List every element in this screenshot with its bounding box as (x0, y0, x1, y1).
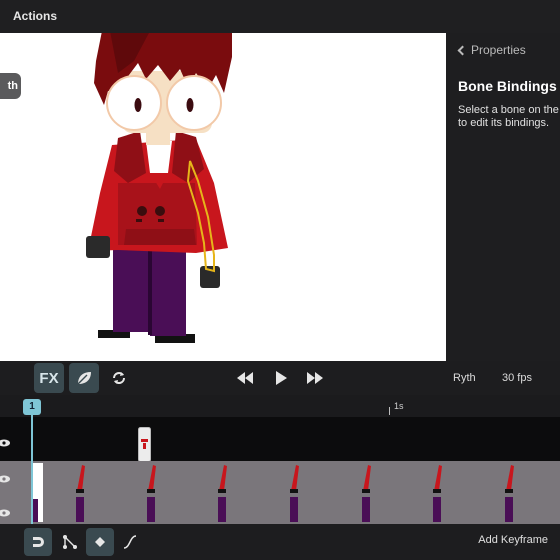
checker-frame (32, 463, 43, 495)
sleeve-frame (434, 465, 442, 491)
timeline-ruler[interactable]: 1s (0, 395, 560, 417)
keyframe-thumbnail[interactable] (138, 427, 151, 463)
sleeve-frame (291, 465, 299, 491)
pants-frame (362, 497, 370, 522)
properties-back-button[interactable]: Properties (456, 43, 526, 57)
left-hand (86, 236, 110, 258)
magnet-icon (33, 537, 44, 547)
playhead[interactable]: 1 (23, 399, 41, 415)
shirt (146, 141, 172, 173)
right-eye (166, 75, 222, 131)
hand-frame (290, 489, 298, 493)
pants-frame (147, 497, 155, 522)
fx-button[interactable]: FX (34, 363, 64, 393)
rewind-button[interactable] (230, 363, 260, 393)
loop-icon (113, 372, 125, 384)
transport-bar: FX Ryth 30 fps (0, 361, 560, 395)
hand-frame (76, 489, 84, 493)
pants-frame (433, 497, 441, 522)
track-b-frames (32, 463, 514, 495)
diamond-icon (95, 537, 105, 547)
second-tick (389, 407, 390, 415)
playhead-line[interactable] (31, 408, 33, 524)
hand-frame (433, 489, 441, 493)
pants-frame (290, 497, 298, 522)
actions-menu[interactable]: Actions (13, 9, 57, 23)
pants-frame (218, 497, 226, 522)
sleeve-frame (363, 465, 371, 491)
easing-button[interactable] (116, 528, 144, 556)
left-eye (106, 75, 162, 131)
fps-setting[interactable]: 30 fps (502, 372, 532, 384)
play-icon (276, 371, 287, 385)
bone-node-icon (63, 535, 77, 549)
back-label: Properties (471, 43, 526, 57)
sleeve-frame (148, 465, 156, 491)
second-marker: 1s (394, 401, 404, 411)
pants-frame (505, 497, 513, 522)
sleeve-frame (506, 465, 514, 491)
layer-pill[interactable]: th (0, 73, 21, 99)
fx-label: FX (39, 369, 59, 387)
onion-skin-button[interactable] (69, 363, 99, 393)
timeline-track[interactable] (0, 495, 560, 524)
keyframe-button[interactable] (86, 528, 114, 556)
top-bar: Actions (0, 0, 560, 33)
character-rig[interactable] (0, 33, 446, 361)
sleeve-frame (77, 465, 85, 491)
bottom-toolbar: Add Keyframe (0, 524, 560, 560)
sleeve-frame (219, 465, 227, 491)
add-keyframe-button[interactable]: Add Keyframe (478, 534, 548, 546)
bone-tool-button[interactable] (56, 528, 84, 556)
hand-frame (218, 489, 226, 493)
panel-description: Select a bone on the canvas to edit its … (458, 104, 560, 129)
magnet-button[interactable] (24, 528, 52, 556)
easing-curve-icon (123, 535, 137, 549)
hand-frame (505, 489, 513, 493)
chevron-left-icon (457, 45, 468, 55)
pants-frame (33, 499, 38, 522)
timeline-track[interactable] (0, 417, 560, 463)
hand-frame (362, 489, 370, 493)
pants-frame (76, 497, 84, 522)
timeline-track[interactable] (0, 461, 560, 495)
animation-canvas[interactable]: th (0, 33, 446, 361)
character-name[interactable]: Ryth (453, 372, 476, 384)
leaf-icon (77, 372, 91, 385)
eye-icon[interactable] (0, 438, 10, 448)
loop-button[interactable] (104, 363, 134, 393)
rewind-icon (237, 372, 253, 384)
panel-title: Bone Bindings (458, 78, 557, 94)
fast-forward-button[interactable] (300, 363, 330, 393)
track-c-frames (32, 495, 513, 522)
fast-forward-icon (307, 372, 323, 384)
left-leg (113, 240, 150, 332)
properties-panel: Properties Bone Bindings Select a bone o… (446, 33, 560, 361)
right-leg (150, 240, 186, 336)
hand-frame (147, 489, 155, 493)
play-button[interactable] (266, 363, 296, 393)
